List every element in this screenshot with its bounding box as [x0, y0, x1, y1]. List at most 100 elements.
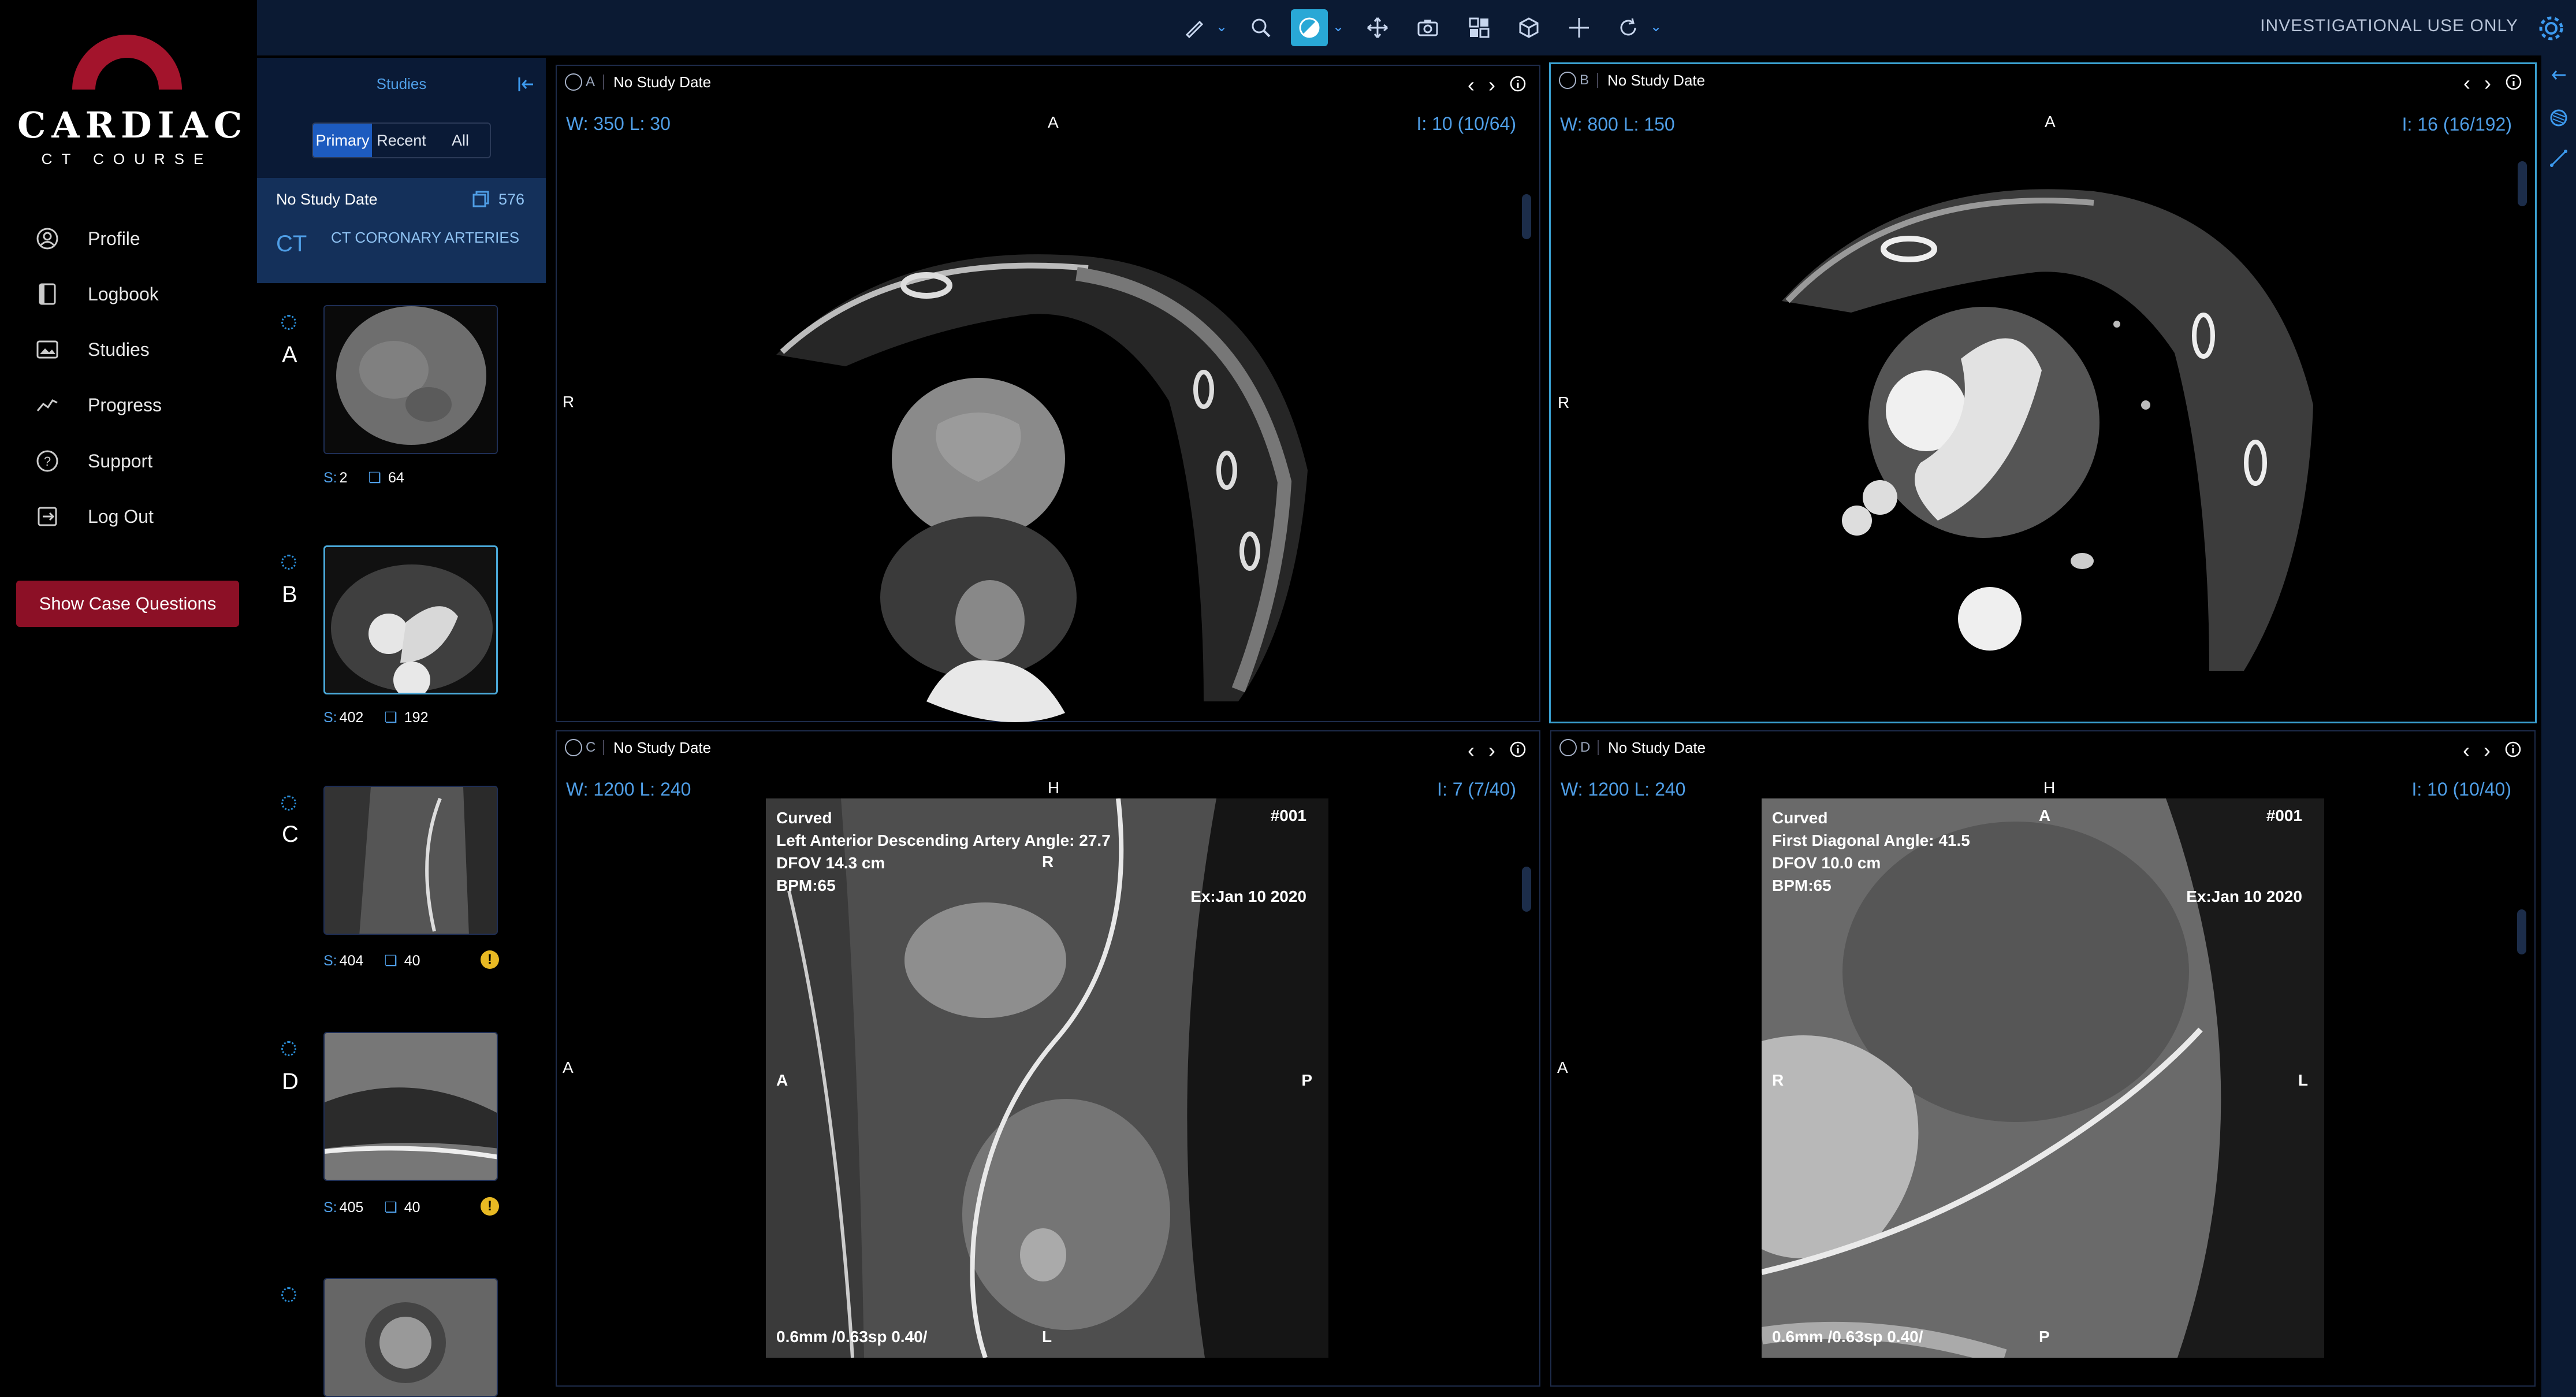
info-icon[interactable] [2505, 73, 2522, 94]
info-icon[interactable] [2504, 741, 2522, 761]
series-c-status-icon [281, 796, 296, 811]
nav-item-profile[interactable]: Profile [35, 221, 140, 256]
zoom-icon[interactable] [1242, 9, 1279, 46]
study-description: CT CORONARY ARTERIES [331, 229, 520, 246]
series-e-thumbnail[interactable] [323, 1278, 498, 1397]
viewport-b-header: B No Study Date [1551, 64, 2535, 96]
series-c-warning-icon[interactable]: ! [481, 950, 499, 969]
viewport-a-scrollbar[interactable] [1522, 194, 1531, 239]
nav-item-support[interactable]: ? Support [35, 444, 152, 478]
viewport-d-image-index: I: 10 (10/40) [2411, 779, 2511, 800]
crosshair-icon[interactable] [1561, 9, 1598, 46]
nav-item-logout[interactable]: Log Out [35, 499, 154, 534]
series-b-letter: B [282, 582, 297, 607]
nav-item-logbook[interactable]: Logbook [35, 277, 159, 311]
viewport-b-scrollbar[interactable] [2518, 161, 2527, 206]
3d-icon[interactable] [1510, 9, 1547, 46]
next-chevron-icon[interactable]: › [2484, 71, 2491, 95]
viewport-c-date: No Study Date [613, 738, 712, 756]
viewer-toolbar: ⌄ ⌄ ⌄ INVESTIGATIONAL USE ONLY [257, 0, 2576, 55]
series-d-thumbnail[interactable] [323, 1032, 498, 1181]
viewport-c-reformat-type: Curved [776, 809, 832, 827]
study-filter-tabs: Primary Recent All [312, 122, 491, 158]
viewport-d-reformat-type: Curved [1772, 809, 1828, 827]
layout-icon[interactable] [1461, 9, 1498, 46]
series-a-s-prefix: S: [323, 469, 337, 486]
viewport-b[interactable]: B No Study Date ‹ › W: 800 L: 150 I: 16 … [1549, 62, 2537, 723]
reset-dropdown-chevron-icon[interactable]: ⌄ [1650, 18, 1662, 35]
pan-icon[interactable] [1359, 9, 1396, 46]
previous-chevron-icon[interactable]: ‹ [1468, 73, 1475, 97]
info-icon[interactable] [1509, 75, 1527, 95]
viewport-d-exam-date: Ex:Jan 10 2020 [2186, 887, 2302, 905]
measure-dropdown-chevron-icon[interactable]: ⌄ [1216, 18, 1227, 35]
viewport-select-icon[interactable] [1559, 739, 1577, 756]
viewport-b-orientation-left: R [1558, 393, 1570, 411]
series-count-icon [472, 190, 490, 211]
tab-all[interactable]: All [431, 124, 490, 157]
logout-icon [35, 504, 60, 529]
previous-chevron-icon[interactable]: ‹ [1468, 738, 1475, 763]
previous-chevron-icon[interactable]: ‹ [2463, 71, 2470, 95]
viewport-d-scrollbar[interactable] [2517, 909, 2526, 954]
viewport-c-scrollbar[interactable] [1522, 867, 1531, 912]
ruler-icon[interactable] [2548, 148, 2569, 172]
series-b-thumbnail[interactable] [323, 545, 498, 694]
next-chevron-icon[interactable]: › [1488, 73, 1495, 97]
nav-item-studies[interactable]: Studies [35, 332, 150, 367]
viewport-c-id: C [586, 740, 596, 755]
viewport-a-window-level: W: 350 L: 30 [566, 113, 671, 134]
viewport-d-orientation-top: H [2043, 779, 2056, 797]
previous-chevron-icon[interactable]: ‹ [2463, 738, 2470, 763]
next-chevron-icon[interactable]: › [2484, 738, 2491, 763]
viewport-c[interactable]: C No Study Date ‹ › W: 1200 L: 240 I: 7 … [556, 730, 1540, 1387]
collapse-panel-icon[interactable] [516, 74, 537, 98]
series-d-count: 40 [404, 1199, 420, 1216]
viewport-c-image-id: #001 [1270, 807, 1306, 824]
viewport-c-image-orientation-top: R [1042, 853, 1054, 871]
series-c-meta: S: 404 ❏ 40 [323, 952, 420, 969]
settings-gear-icon[interactable] [2537, 14, 2566, 46]
studies-icon [35, 337, 60, 362]
series-d-warning-icon[interactable]: ! [481, 1197, 499, 1216]
window-level-dropdown-chevron-icon[interactable]: ⌄ [1332, 18, 1344, 35]
viewport-d-header: D No Study Date [1551, 731, 2534, 764]
info-icon[interactable] [1509, 741, 1527, 761]
study-date: No Study Date [276, 191, 378, 208]
reset-icon[interactable] [1610, 9, 1647, 46]
tab-primary[interactable]: Primary [313, 124, 372, 157]
window-level-icon[interactable] [1291, 9, 1328, 46]
series-a-thumbnail[interactable] [323, 305, 498, 454]
support-icon: ? [35, 448, 60, 474]
next-chevron-icon[interactable]: › [1488, 738, 1495, 763]
image-stack-icon: ❏ [384, 709, 397, 726]
logo-title: CARDIAC [17, 104, 248, 146]
show-case-questions-button[interactable]: Show Case Questions [16, 581, 239, 627]
viewport-select-icon[interactable] [565, 73, 582, 91]
viewport-d-window-level: W: 1200 L: 240 [1561, 779, 1686, 800]
viewport-d-orientation-left: A [1557, 1058, 1568, 1076]
layers-icon[interactable] [2548, 107, 2569, 131]
cardiac-ct-logo: CARDIAC CT COURSE [17, 29, 248, 173]
image-stack-icon: ❏ [368, 470, 381, 486]
nav-label-studies: Studies [88, 339, 150, 360]
series-d-letter: D [282, 1069, 299, 1094]
svg-text:?: ? [44, 454, 51, 469]
viewport-c-image-index: I: 7 (7/40) [1437, 779, 1516, 800]
viewport-a[interactable]: A No Study Date ‹ › W: 350 L: 30 I: 10 (… [556, 65, 1540, 722]
capture-icon[interactable] [1409, 9, 1446, 46]
series-c-thumbnail[interactable] [323, 786, 498, 935]
studies-title: Studies [376, 75, 427, 92]
tab-recent[interactable]: Recent [372, 124, 431, 157]
viewport-a-date: No Study Date [613, 73, 712, 91]
viewport-c-image-orientation-left: A [776, 1071, 788, 1089]
series-c-number: 404 [339, 952, 364, 969]
viewport-d[interactable]: D No Study Date ‹ › W: 1200 L: 240 I: 10… [1550, 730, 2536, 1387]
viewport-select-icon[interactable] [1559, 72, 1576, 89]
viewport-select-icon[interactable] [565, 739, 582, 756]
study-card[interactable]: No Study Date 576 CT CT CORONARY ARTERIE… [257, 178, 546, 283]
measure-icon[interactable] [1175, 9, 1212, 46]
right-tool-strip [2541, 55, 2576, 1397]
nav-item-progress[interactable]: Progress [35, 388, 162, 422]
expand-panel-icon[interactable] [2548, 65, 2569, 88]
